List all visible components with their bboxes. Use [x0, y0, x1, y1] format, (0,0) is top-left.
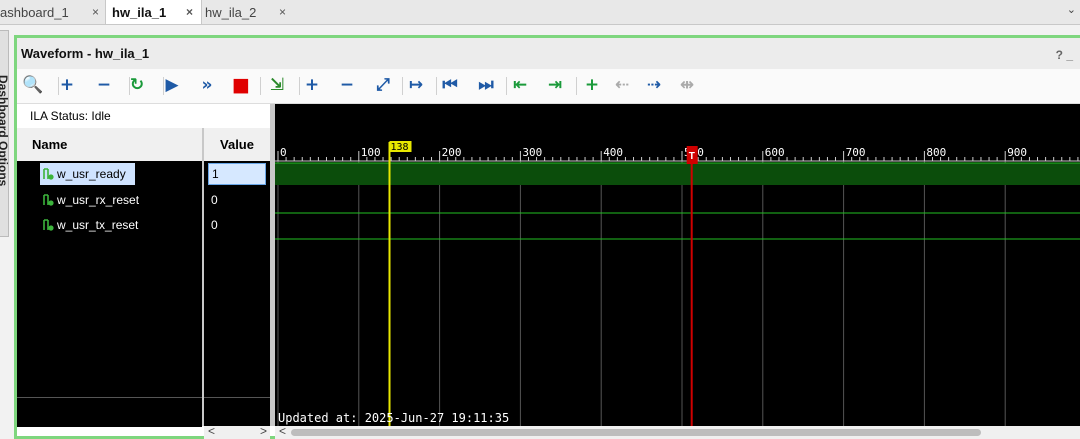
signal-value-text: 0: [211, 192, 218, 207]
signal-probe-icon: [42, 218, 54, 232]
go-to-end-icon[interactable]: ⏭: [474, 73, 498, 97]
scroll-left-icon[interactable]: <: [279, 424, 286, 438]
remove-icon[interactable]: −: [92, 73, 116, 97]
close-icon[interactable]: ×: [186, 5, 193, 19]
tick-label: 200: [442, 146, 462, 159]
value-header-label: Value: [220, 137, 254, 152]
panel-title: Waveform - hw_ila_1: [21, 46, 150, 61]
signal-high-band: [275, 163, 1080, 185]
name-column-header[interactable]: Name: [17, 128, 202, 161]
export-icon[interactable]: ⇲: [265, 73, 289, 97]
toolbar-separator: [260, 77, 261, 95]
tick-label: 100: [361, 146, 381, 159]
trigger-label: T: [689, 151, 695, 162]
value-scrollbar[interactable]: < >: [204, 424, 270, 439]
tab-list-chevron-icon[interactable]: ⌄: [1067, 3, 1076, 16]
add-icon[interactable]: +: [55, 73, 79, 97]
tab-label: hw_ila_2: [205, 4, 257, 20]
tick-label: 0: [280, 146, 287, 159]
signal-probe-icon: [42, 167, 54, 181]
tick-label: 600: [765, 146, 785, 159]
signal-value-text: 0: [211, 218, 218, 232]
tick-label: 700: [846, 146, 866, 159]
next-marker-icon[interactable]: ⇢: [642, 73, 666, 97]
value-list-footer: [204, 397, 270, 427]
tick-label: 300: [522, 146, 542, 159]
dashboard-options-tab[interactable]: Dashboard Options: [0, 75, 13, 195]
zoom-in-icon[interactable]: +: [300, 73, 324, 97]
tick-label: 900: [1007, 146, 1027, 159]
cursor-label: 138: [391, 142, 409, 153]
tab-label: ashboard_1: [0, 4, 69, 20]
toolbar-separator: [576, 77, 577, 95]
name-list-footer: [17, 397, 202, 427]
ila-status-text: ILA Status: Idle: [30, 109, 111, 123]
run-trigger-icon[interactable]: ▶: [160, 73, 184, 97]
signal-name: w_usr_rx_reset: [57, 192, 140, 207]
signal-name: w_usr_ready: [57, 167, 126, 181]
scroll-right-icon[interactable]: >: [260, 424, 267, 438]
name-header-label: Name: [32, 137, 68, 152]
previous-marker-icon[interactable]: ⇠: [610, 73, 634, 97]
scroll-left-icon[interactable]: <: [208, 424, 215, 438]
signal-value[interactable]: 0: [208, 213, 266, 237]
value-column-header[interactable]: Value: [204, 128, 270, 161]
scrollbar-thumb[interactable]: [291, 429, 981, 436]
panel-title-bar: Waveform - hw_ila_1: [17, 38, 1080, 69]
signal-row[interactable]: w_usr_tx_reset: [17, 213, 202, 237]
tick-label: 800: [926, 146, 946, 159]
swap-cursors-icon[interactable]: ⇹: [675, 73, 699, 97]
updated-timestamp: Updated at: 2025-Jun-27 19:11:35: [278, 411, 509, 425]
signal-value[interactable]: 1: [208, 163, 266, 185]
close-icon[interactable]: ×: [279, 5, 286, 19]
panel-help-minimize[interactable]: ? _: [1056, 48, 1073, 62]
column-splitter[interactable]: [202, 128, 204, 426]
signal-value-text: 1: [212, 167, 219, 181]
signal-name-list: w_usr_ready w_usr_rx_reset w_usr_tx_reset: [17, 161, 202, 397]
tick-label: 400: [603, 146, 623, 159]
add-marker-icon[interactable]: +: [580, 73, 604, 97]
waveform-scrollbar[interactable]: <: [275, 424, 1080, 439]
go-to-cursor-icon[interactable]: ↦: [404, 73, 428, 97]
toolbar-separator: [402, 77, 403, 95]
dashboard-options-label: Dashboard Options: [0, 75, 10, 187]
waveform-canvas[interactable]: 0100200300400500600700800900138TUpdated …: [275, 104, 1080, 426]
run-trigger-immediate-icon[interactable]: ↻: [125, 73, 149, 97]
tab-hw-ila-1[interactable]: hw_ila_1 ×: [105, 0, 202, 24]
signal-probe-icon: [42, 193, 54, 207]
close-icon[interactable]: ×: [92, 5, 99, 19]
zoom-out-icon[interactable]: −: [335, 73, 359, 97]
tab-hw-ila-2[interactable]: hw_ila_2 ×: [200, 0, 296, 24]
signal-row[interactable]: w_usr_ready: [17, 162, 202, 186]
editor-tab-bar: ashboard_1 × hw_ila_1 × hw_ila_2 × ⌄: [0, 0, 1080, 25]
stop-trigger-icon[interactable]: ■: [229, 73, 253, 97]
signal-value-list: 1 0 0: [204, 161, 270, 397]
signal-value[interactable]: 0: [208, 188, 266, 212]
zoom-search-icon[interactable]: 🔍: [21, 73, 45, 97]
waveform-svg: 0100200300400500600700800900138TUpdated …: [275, 141, 1080, 426]
next-transition-icon[interactable]: ⇥: [543, 73, 567, 97]
waveform-toolbar: 🔍 + − ↻ ▶» ■ ⇲ + − ⤢ ↦ ⏮ ⏭ ⇤ ⇥ + ⇠ ⇢ ⇹: [17, 69, 1080, 104]
ila-status: ILA Status: Idle: [17, 104, 270, 129]
signal-name: w_usr_tx_reset: [57, 218, 139, 232]
previous-transition-icon[interactable]: ⇤: [508, 73, 532, 97]
signal-row[interactable]: w_usr_rx_reset: [17, 188, 202, 212]
go-to-start-icon[interactable]: ⏮: [438, 73, 462, 97]
run-trigger-continuous-icon[interactable]: »: [195, 73, 219, 97]
zoom-fit-icon[interactable]: ⤢: [371, 73, 395, 97]
tab-dashboard-1[interactable]: ashboard_1 ×: [0, 0, 105, 24]
waveform-panel: Waveform - hw_ila_1 ? _ 🔍 + − ↻ ▶» ■ ⇲ + − ⤢ ↦ ⏮ ⏭ ⇤ ⇥…: [14, 35, 1080, 439]
tab-label: hw_ila_1: [112, 4, 167, 20]
toolbar-separator: [436, 77, 437, 95]
toolbar-separator: [506, 77, 507, 95]
